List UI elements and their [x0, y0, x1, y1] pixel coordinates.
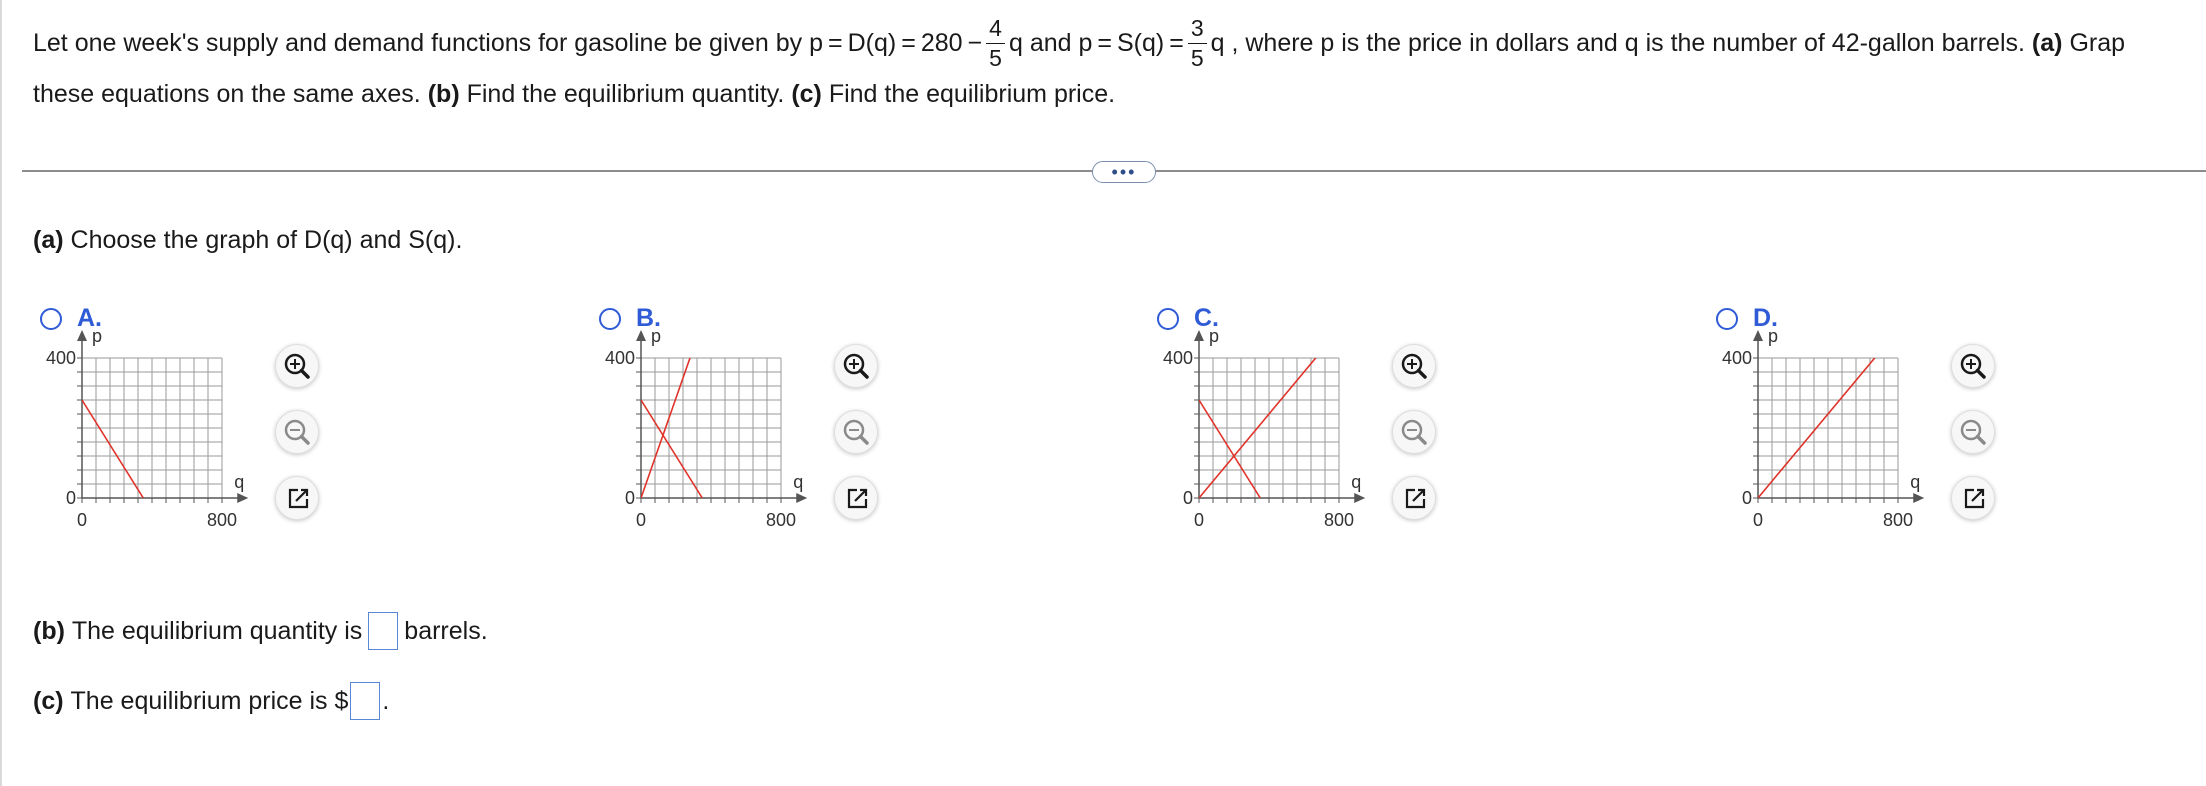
y-axis-label: p	[1209, 326, 1219, 346]
graph-line	[641, 399, 703, 498]
y-axis-label: p	[651, 326, 661, 346]
zoom-out-icon	[1401, 419, 1427, 445]
equilibrium-quantity-input[interactable]	[368, 612, 399, 650]
popout-button[interactable]	[1392, 476, 1436, 520]
zoom-in-button[interactable]	[1392, 344, 1436, 388]
y-tick-label: 400	[605, 348, 635, 368]
question-line-2: these equations on the same axes. (b) Fi…	[33, 80, 1115, 109]
question-line-1: Let one week's supply and demand functio…	[33, 8, 2125, 78]
x-axis-label: q	[1910, 472, 1920, 492]
question-mid: q and p = S(q) =	[1008, 28, 1184, 57]
x-axis-label: q	[793, 472, 803, 492]
y-axis-label: p	[92, 326, 102, 346]
x-axis-arrow	[1913, 493, 1925, 503]
question-line2-lead: these equations on the same axes.	[33, 80, 421, 108]
graph-line	[82, 399, 144, 498]
part-b-marker: (b)	[33, 616, 65, 645]
radio-button-d[interactable]	[1716, 308, 1738, 330]
y-tick-label: 0	[625, 488, 635, 508]
question-part-a-marker: (a)	[2031, 28, 2063, 57]
option-a[interactable]: A. 0 800 0 400 q p	[35, 300, 595, 570]
y-tick-label: 0	[1742, 488, 1752, 508]
zoom-in-icon	[843, 353, 869, 379]
part-b-text: The equilibrium quantity is	[71, 616, 363, 645]
popout-icon	[288, 488, 309, 509]
zoom-out-button[interactable]	[275, 410, 319, 454]
y-axis-label: p	[1768, 326, 1778, 346]
equilibrium-price-input[interactable]	[350, 682, 381, 720]
popout-icon	[1405, 488, 1426, 509]
y-tick-label: 0	[66, 488, 76, 508]
popout-icon	[1964, 488, 1985, 509]
part-c-end: .	[382, 686, 390, 715]
option-d[interactable]: D. 0 800 0 400 q p	[1711, 300, 2206, 570]
x-tick-label: 0	[1753, 510, 1763, 530]
zoom-out-icon	[284, 419, 310, 445]
zoom-out-icon	[843, 419, 869, 445]
part-c-marker: (c)	[33, 686, 64, 715]
fraction-denominator: 5	[989, 44, 1002, 71]
x-tick-label: 800	[1883, 510, 1913, 530]
zoom-in-button[interactable]	[275, 344, 319, 388]
zoom-out-button[interactable]	[834, 410, 878, 454]
y-tick-label: 400	[1722, 348, 1752, 368]
zoom-out-button[interactable]	[1392, 410, 1436, 454]
radio-button-b[interactable]	[599, 308, 621, 330]
zoom-in-icon	[284, 353, 310, 379]
popout-icon	[847, 488, 868, 509]
y-tick-label: 0	[1183, 488, 1193, 508]
zoom-in-icon	[1960, 353, 1986, 379]
popout-button[interactable]	[1951, 476, 1995, 520]
x-tick-label: 0	[77, 510, 87, 530]
question-part-a-text: Grap	[2069, 28, 2126, 57]
part-a-text: Choose the graph of D(q) and S(q).	[70, 226, 463, 254]
zoom-in-icon	[1401, 353, 1427, 379]
x-axis-label: q	[234, 472, 244, 492]
fraction-four-fifths: 4 5	[986, 16, 1005, 71]
x-tick-label: 800	[766, 510, 796, 530]
question-lead: Let one week's supply and demand functio…	[33, 28, 983, 57]
show-more-button[interactable]: •••	[1092, 161, 1156, 183]
question-part-c-marker: (c)	[791, 80, 822, 108]
part-b-row: (b) The equilibrium quantity is barrels.	[33, 612, 488, 650]
part-c-text: The equilibrium price is $	[70, 686, 349, 715]
x-tick-label: 0	[1194, 510, 1204, 530]
question-tail: q , where p is the price in dollars and …	[1210, 28, 2025, 57]
x-axis-arrow	[796, 493, 808, 503]
option-b[interactable]: B. 0 800 0 400 q p	[594, 300, 1154, 570]
x-tick-label: 800	[207, 510, 237, 530]
question-part-b-text: Find the equilibrium quantity.	[466, 80, 785, 108]
part-a-marker: (a)	[33, 226, 64, 254]
graph-line	[1199, 358, 1317, 498]
x-tick-label: 0	[636, 510, 646, 530]
question-part-c-text: Find the equilibrium price.	[828, 80, 1116, 108]
left-border	[0, 0, 2, 786]
part-a-prompt: (a) Choose the graph of D(q) and S(q).	[33, 226, 462, 255]
popout-button[interactable]	[275, 476, 319, 520]
zoom-in-button[interactable]	[834, 344, 878, 388]
option-c[interactable]: C. 0 800 0 400 q p	[1152, 300, 1712, 570]
x-axis-arrow	[237, 493, 249, 503]
x-axis-arrow	[1354, 493, 1366, 503]
part-c-row: (c) The equilibrium price is $ .	[33, 682, 389, 720]
radio-button-a[interactable]	[40, 308, 62, 330]
fraction-numerator: 3	[1187, 16, 1207, 44]
y-tick-label: 400	[1163, 348, 1193, 368]
zoom-out-button[interactable]	[1951, 410, 1995, 454]
x-tick-label: 800	[1324, 510, 1354, 530]
part-b-unit: barrels.	[404, 616, 488, 645]
x-axis-label: q	[1351, 472, 1361, 492]
zoom-out-icon	[1960, 419, 1986, 445]
question-part-b-marker: (b)	[427, 80, 460, 108]
fraction-numerator: 4	[986, 16, 1005, 44]
y-tick-label: 400	[46, 348, 76, 368]
fraction-denominator: 5	[1190, 44, 1204, 71]
zoom-in-button[interactable]	[1951, 344, 1995, 388]
graph-line	[1199, 399, 1261, 498]
fraction-three-fifths: 3 5	[1187, 16, 1207, 71]
popout-button[interactable]	[834, 476, 878, 520]
graph-line	[1758, 358, 1876, 498]
radio-button-c[interactable]	[1157, 308, 1179, 330]
